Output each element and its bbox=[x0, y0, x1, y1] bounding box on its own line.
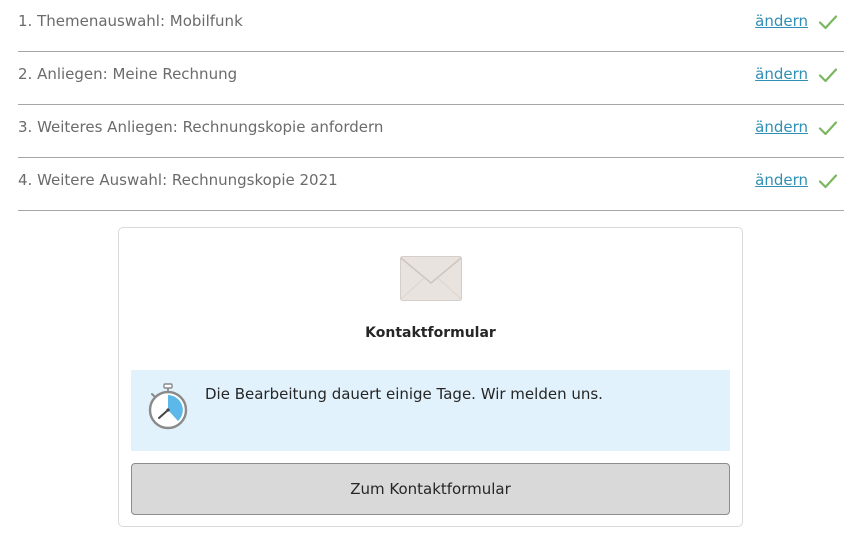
check-icon bbox=[818, 121, 838, 136]
step-label: 1. Themenauswahl: Mobilfunk bbox=[18, 12, 243, 30]
info-text: Die Bearbeitung dauert einige Tage. Wir … bbox=[205, 385, 603, 403]
change-step-link[interactable]: ändern bbox=[755, 171, 808, 189]
stopwatch-icon bbox=[148, 383, 188, 430]
step-label: 3. Weiteres Anliegen: Rechnungskopie anf… bbox=[18, 118, 384, 136]
contact-form-button[interactable]: Zum Kontaktformular bbox=[131, 463, 730, 515]
step-label: 4. Weitere Auswahl: Rechnungskopie 2021 bbox=[18, 171, 338, 189]
change-step-link[interactable]: ändern bbox=[755, 65, 808, 83]
check-icon bbox=[818, 68, 838, 83]
info-box: Die Bearbeitung dauert einige Tage. Wir … bbox=[131, 370, 730, 451]
check-icon bbox=[818, 15, 838, 30]
change-step-link[interactable]: ändern bbox=[755, 12, 808, 30]
step-label: 2. Anliegen: Meine Rechnung bbox=[18, 65, 238, 83]
card-title: Kontaktformular bbox=[365, 325, 496, 341]
progress-steps: 1. Themenauswahl: Mobilfunk ändern 2. An… bbox=[18, 0, 844, 211]
contact-form-card: Kontaktformular Die Bearbeitung dauert e… bbox=[118, 227, 743, 527]
step-row-4: 4. Weitere Auswahl: Rechnungskopie 2021 … bbox=[18, 159, 844, 211]
check-icon bbox=[818, 174, 838, 189]
change-step-link[interactable]: ändern bbox=[755, 118, 808, 136]
envelope-icon bbox=[400, 256, 462, 301]
step-row-2: 2. Anliegen: Meine Rechnung ändern bbox=[18, 53, 844, 105]
step-row-3: 3. Weiteres Anliegen: Rechnungskopie anf… bbox=[18, 106, 844, 158]
step-row-1: 1. Themenauswahl: Mobilfunk ändern bbox=[18, 0, 844, 52]
